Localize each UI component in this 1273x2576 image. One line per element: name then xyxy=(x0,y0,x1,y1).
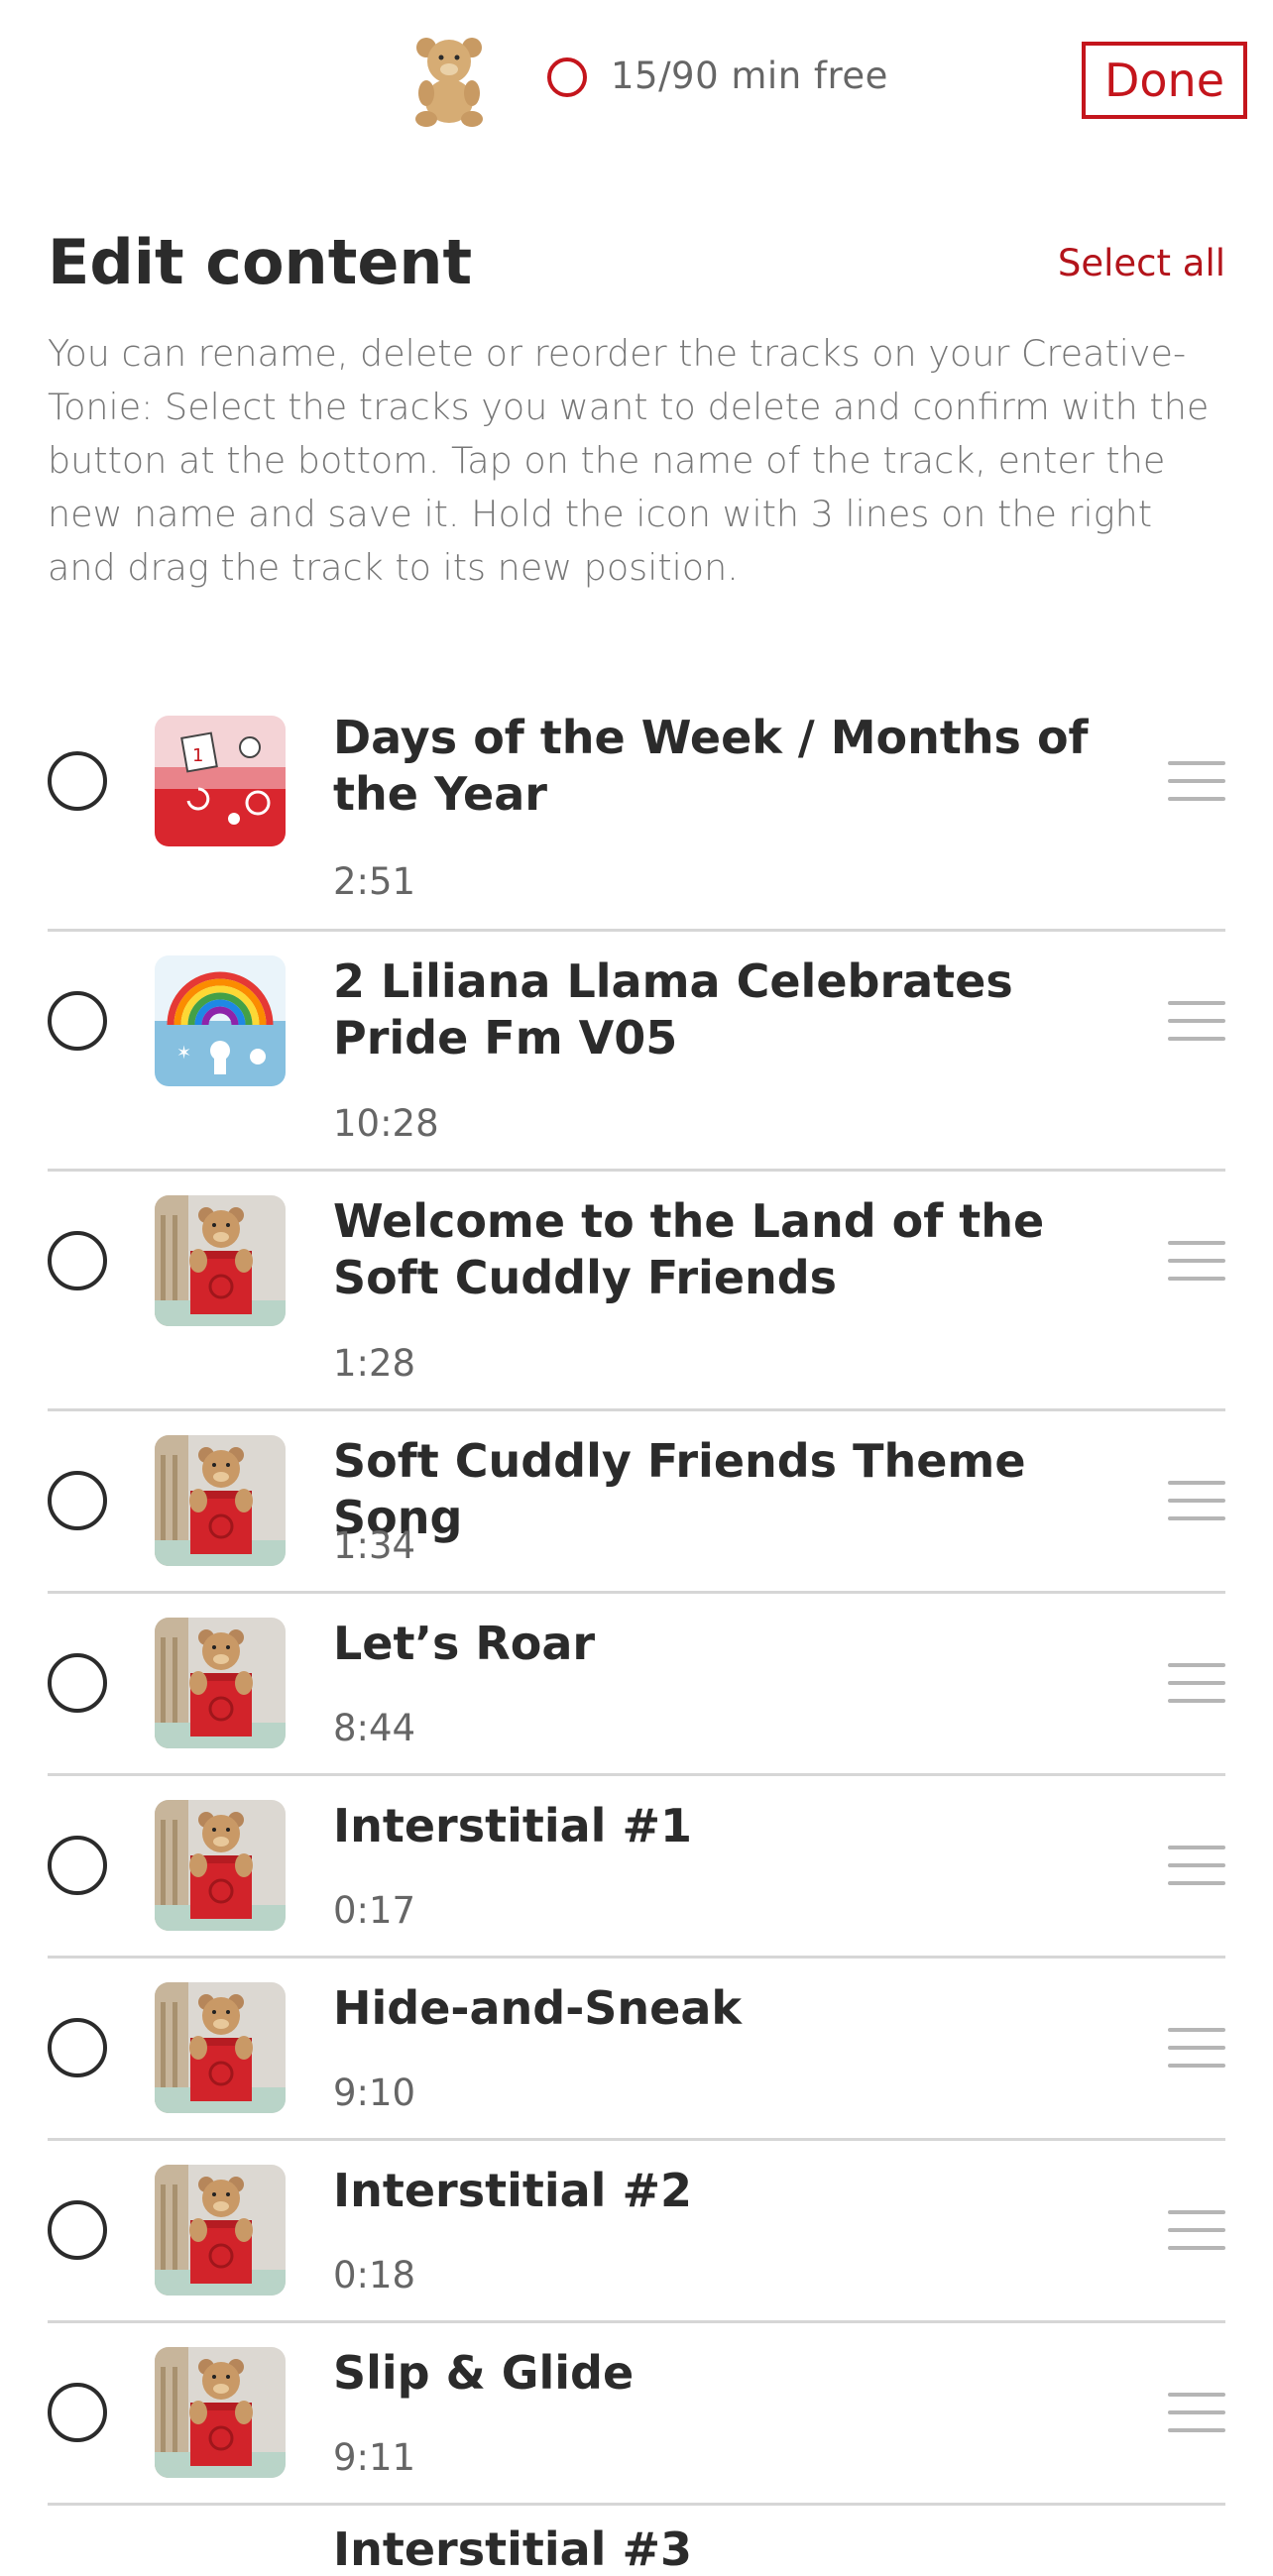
track-duration: 10:28 xyxy=(333,1102,439,1145)
track-title[interactable]: Slip & Glide xyxy=(333,2345,1126,2402)
track-select-checkbox[interactable] xyxy=(48,1471,107,1530)
track-title[interactable]: Soft Cuddly Friends Theme Song xyxy=(333,1433,1126,1546)
track-select-checkbox[interactable] xyxy=(48,2018,107,2077)
teddy-box-thumb xyxy=(155,2165,286,2296)
track-title[interactable]: Interstitial #1 xyxy=(333,1798,1126,1854)
track-row: Slip & Glide 9:11 xyxy=(48,2323,1225,2506)
track-select-checkbox[interactable] xyxy=(48,751,107,811)
track-duration: 1:34 xyxy=(333,1524,416,1567)
track-row: Soft Cuddly Friends Theme Song 1:34 xyxy=(48,1411,1225,1594)
track-row: 1 Days of the Week / Months of the Year 2:… xyxy=(48,710,1225,932)
track-select-checkbox[interactable] xyxy=(48,991,107,1051)
done-button[interactable]: Done xyxy=(1082,42,1247,119)
drag-handle-icon[interactable] xyxy=(1168,1001,1225,1041)
usage-ring-icon xyxy=(547,57,587,97)
track-select-checkbox[interactable] xyxy=(48,2383,107,2442)
track-title[interactable]: Hide-and-Sneak xyxy=(333,1980,1126,2037)
track-row: Let’s Roar 8:44 xyxy=(48,1594,1225,1776)
track-row: Hide-and-Sneak 9:10 xyxy=(48,1959,1225,2141)
track-row: ✶ 2 Liliana Llama Celebrates Pride Fm V05… xyxy=(48,932,1225,1172)
svg-text:✶: ✶ xyxy=(176,1043,191,1064)
track-duration: 9:11 xyxy=(333,2436,416,2479)
drag-handle-icon[interactable] xyxy=(1168,2393,1225,2432)
track-title[interactable]: Days of the Week / Months of the Year xyxy=(333,710,1126,823)
track-duration: 8:44 xyxy=(333,1707,416,1749)
svg-text:1: 1 xyxy=(192,745,203,766)
track-duration: 9:10 xyxy=(333,2072,416,2114)
usage-text: 15/90 min free xyxy=(611,55,888,97)
teddy-box-thumb xyxy=(155,1982,286,2113)
partial-track-title: Interstitial #3 xyxy=(333,2522,693,2576)
rainbow-thumb: ✶ xyxy=(155,955,286,1086)
track-select-checkbox[interactable] xyxy=(48,1231,107,1290)
instructions-text: You can rename, delete or reorder the tr… xyxy=(48,332,1210,589)
page-title: Edit content xyxy=(48,226,473,298)
track-row: Welcome to the Land of the Soft Cuddly F… xyxy=(48,1172,1225,1411)
drag-handle-icon[interactable] xyxy=(1168,2210,1225,2250)
track-duration: 1:28 xyxy=(333,1342,416,1385)
track-title[interactable]: Welcome to the Land of the Soft Cuddly F… xyxy=(333,1193,1126,1306)
drag-handle-icon[interactable] xyxy=(1168,1481,1225,1520)
track-duration: 0:18 xyxy=(333,2254,416,2296)
track-select-checkbox[interactable] xyxy=(48,2200,107,2260)
teddy-box-thumb xyxy=(155,2347,286,2478)
teddy-box-thumb xyxy=(155,1195,286,1326)
track-title[interactable]: 2 Liliana Llama Celebrates Pride Fm V05 xyxy=(333,953,1126,1066)
track-row: Interstitial #1 0:17 xyxy=(48,1776,1225,1959)
track-select-checkbox[interactable] xyxy=(48,1836,107,1895)
track-title[interactable]: Let’s Roar xyxy=(333,1616,1126,1672)
track-duration: 2:51 xyxy=(333,860,416,903)
track-row: Interstitial #2 0:18 xyxy=(48,2141,1225,2323)
top-bar: 15/90 min free Done xyxy=(0,0,1273,159)
calendar-thumb: 1 xyxy=(155,716,286,846)
track-title[interactable]: Interstitial #2 xyxy=(333,2163,1126,2219)
teddy-box-thumb xyxy=(155,1800,286,1931)
teddy-box-thumb xyxy=(155,1618,286,1748)
drag-handle-icon[interactable] xyxy=(1168,1663,1225,1703)
drag-handle-icon[interactable] xyxy=(1168,761,1225,801)
drag-handle-icon[interactable] xyxy=(1168,2028,1225,2068)
drag-handle-icon[interactable] xyxy=(1168,1241,1225,1281)
track-duration: 0:17 xyxy=(333,1889,416,1932)
teddy-bear-icon xyxy=(415,38,483,127)
drag-handle-icon[interactable] xyxy=(1168,1846,1225,1885)
select-all-button[interactable]: Select all xyxy=(1058,242,1225,284)
track-select-checkbox[interactable] xyxy=(48,1653,107,1713)
teddy-box-thumb xyxy=(155,1435,286,1566)
